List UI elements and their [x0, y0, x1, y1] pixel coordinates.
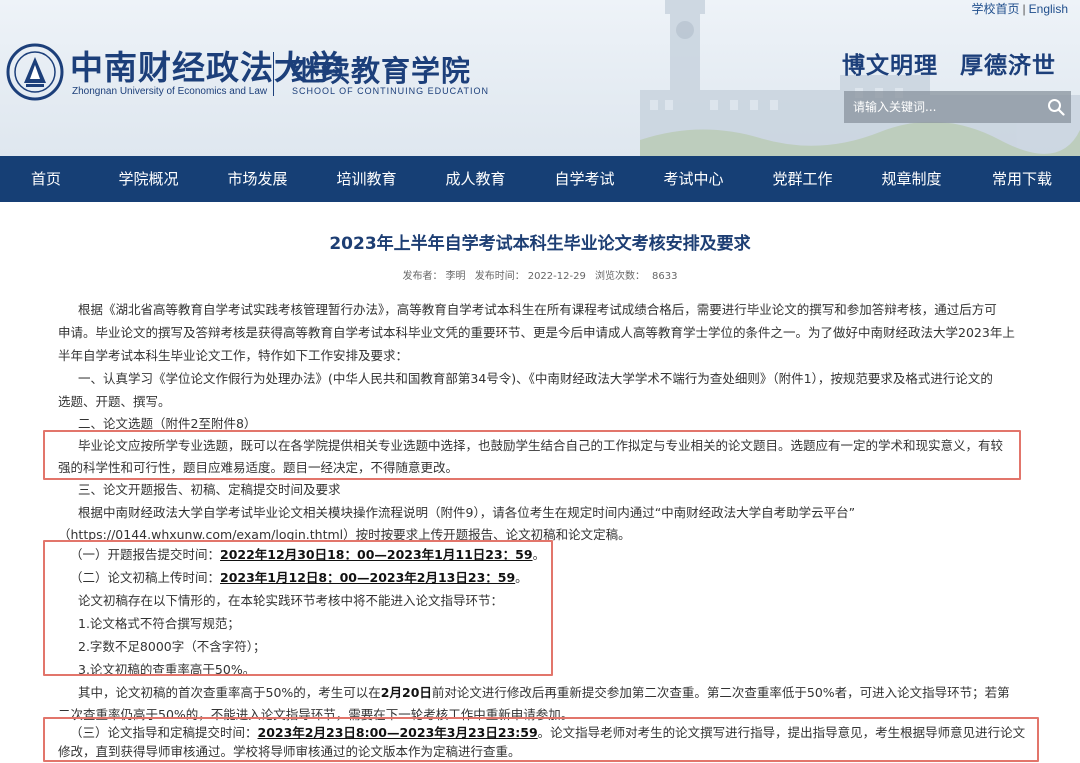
section-1-line: 一、认真学习《学位论文作假行为处理办法》(中华人民共和国教育部第34号令)、《中…	[78, 371, 993, 386]
section-2-heading: 二、论文选题（附件2至附件8）	[78, 416, 257, 431]
paragraph-line: 半年自学考试本科生毕业论文工作，特作如下工作安排及要求：	[58, 348, 409, 363]
nav-item-downloads[interactable]: 常用下载	[964, 156, 1080, 202]
section-2-line: 强的科学性和可行性，题目应难易适度。题目一经决定，不得随意更改。	[58, 460, 459, 475]
item-3-time: 2023年2月23日8:00—2023年3月23日23:59	[257, 725, 538, 740]
paragraph-2-line: 二次查重率仍高于50%的，不能进入论文指导环节，需要在下一轮考核工作中重新申请参…	[58, 707, 574, 722]
views-count: 8633	[652, 271, 678, 282]
condition-2: 2.字数不足8000字（不含字符）；	[78, 639, 266, 654]
item-1-end: 。	[532, 547, 546, 562]
link-separator: |	[1022, 2, 1026, 16]
paragraph-line: 申请。毕业论文的撰写及答辩考核是获得高等教育自学考试本科毕业文凭的重要环节、更是…	[58, 325, 1015, 340]
item-1-proposal-time: （一）开题报告提交时间：2022年12月30日18：00—2023年1月11日2…	[70, 545, 545, 565]
section-3-line: （https://0144.whxunw.com/exam/login.thtm…	[58, 527, 631, 542]
condition-1: 1.论文格式不符合撰写规范；	[78, 616, 240, 631]
item-2-draft-time: （二）论文初稿上传时间：2023年1月12日8：00—2023年2月13日23：…	[70, 568, 528, 588]
condition-3: 3.论文初稿的查重率高于50%。	[78, 662, 256, 677]
item-3-rest: 。论文指导老师对考生的论文撰写进行指导，提出指导意见，考生根据导师意见进行论文	[537, 725, 1026, 740]
main-nav: 首页 学院概况 市场发展 培训教育 成人教育 自学考试 考试中心 党群工作 规章…	[0, 156, 1080, 202]
paragraph-line: 根据《湖北省高等教育自学考试实践考核管理暂行办法》，高等教育自学考试本科生在所有…	[78, 302, 997, 317]
publish-time-label: 发布时间：	[474, 271, 525, 282]
motto-part-1: 博文明理	[842, 52, 938, 79]
item-3-guidance-time: （三）论文指导和定稿提交时间：2023年2月23日8:00—2023年3月23日…	[70, 723, 1025, 743]
search-icon[interactable]	[1047, 98, 1065, 116]
item-2-time: 2023年1月12日8：00—2023年2月13日23：59	[220, 570, 516, 585]
university-emblem-icon[interactable]	[6, 43, 64, 101]
item-3-label: （三）论文指导和定稿提交时间：	[70, 725, 258, 740]
views-label: 浏览次数：	[595, 271, 646, 282]
search-box	[844, 91, 1071, 123]
top-links: 学校首页 | English	[972, 0, 1069, 17]
nav-item-home[interactable]: 首页	[0, 156, 92, 202]
publish-time: 2022-12-29	[527, 271, 586, 282]
nav-item-party-work[interactable]: 党群工作	[746, 156, 859, 202]
logo-divider	[273, 52, 274, 96]
item-1-time: 2022年12月30日18：00—2023年1月11日23：59	[220, 547, 533, 562]
section-2-line: 毕业论文应按所学专业选题，既可以在各学院提供相关专业选题中选择，也鼓励学生结合自…	[78, 438, 1004, 453]
p2-date: 2月20日	[380, 685, 432, 700]
english-link[interactable]: English	[1029, 2, 1068, 16]
p2-text-c: 前对论文进行修改后再重新提交参加第二次查重。第二次查重率低于50%者，可进入论文…	[431, 685, 1010, 700]
article-meta: 发布者： 李明 发布时间： 2022-12-29 浏览次数： 8633	[0, 267, 1080, 282]
section-3-line: 根据中南财经政法大学自学考试毕业论文相关模块操作流程说明（附件9），请各位考生在…	[78, 505, 856, 520]
nav-item-about[interactable]: 学院概况	[92, 156, 205, 202]
paragraph-2-line: 其中，论文初稿的首次查重率高于50%的，考生可以在2月20日前对论文进行修改后再…	[78, 683, 1010, 703]
item-2-note: 论文初稿存在以下情形的，在本轮实践环节考核中将不能进入论文指导环节：	[78, 593, 504, 608]
article: 2023年上半年自学考试本科生毕业论文考核安排及要求 发布者： 李明 发布时间： 2…	[0, 202, 1080, 763]
section-3-heading: 三、论文开题报告、初稿、定稿提交时间及要求	[78, 482, 341, 497]
nav-item-adult-education[interactable]: 成人教育	[423, 156, 528, 202]
nav-item-self-study-exam[interactable]: 自学考试	[528, 156, 641, 202]
site-header: 学校首页 | English 中南财经政法大学 Zhongnan Universit…	[0, 0, 1080, 156]
university-name-en: Zhongnan University of Economics and Law	[72, 86, 268, 97]
college-name-en: SCHOOL OF CONTINUING EDUCATION	[292, 86, 490, 96]
item-1-label: （一）开题报告提交时间：	[70, 547, 221, 562]
section-1-line: 选题、开题、撰写。	[58, 394, 171, 409]
p2-text-a: 其中，论文初稿的首次查重率高于50%的，考生可以在	[78, 685, 381, 700]
nav-item-market[interactable]: 市场发展	[205, 156, 310, 202]
nav-item-regulations[interactable]: 规章制度	[859, 156, 964, 202]
school-home-link[interactable]: 学校首页	[972, 2, 1020, 16]
school-motto: 博文明理 厚德济世	[842, 46, 1056, 80]
article-title: 2023年上半年自学考试本科生毕业论文考核安排及要求	[329, 234, 751, 254]
college-name-cn[interactable]: 继续教育学院	[291, 48, 471, 90]
item-2-label: （二）论文初稿上传时间：	[70, 570, 221, 585]
item-3-line-2: 修改，直到获得导师审核通过。学校将导师审核通过的论文版本作为定稿进行查重。	[58, 744, 521, 759]
item-2-end: 。	[515, 570, 528, 585]
nav-item-exam-center[interactable]: 考试中心	[641, 156, 746, 202]
nav-item-training[interactable]: 培训教育	[310, 156, 423, 202]
search-input[interactable]	[844, 91, 1040, 123]
publisher-label: 发布者：	[402, 271, 443, 282]
publisher: 李明	[445, 271, 466, 282]
motto-part-2: 厚德济世	[960, 52, 1056, 79]
